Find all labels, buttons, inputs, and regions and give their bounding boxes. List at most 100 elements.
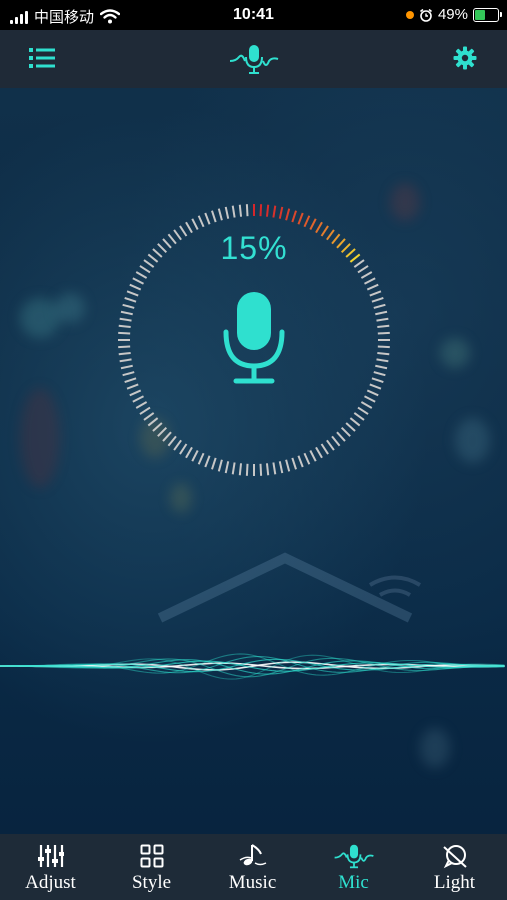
level-tick: [375, 310, 388, 316]
privacy-indicator-icon: [405, 10, 414, 19]
level-tick: [331, 435, 341, 447]
level-tick: [152, 422, 163, 432]
microphone-icon[interactable]: [218, 290, 290, 386]
level-tick: [238, 204, 243, 217]
level-tick: [340, 426, 351, 437]
level-tick: [265, 463, 270, 476]
level-tick: [191, 218, 199, 230]
level-tick: [147, 417, 159, 427]
tab-adjust[interactable]: Adjust: [0, 834, 101, 900]
level-tick: [278, 461, 284, 474]
level-tick: [285, 459, 291, 472]
level-tick: [126, 290, 139, 297]
level-tick: [326, 439, 335, 451]
alarm-icon: [419, 8, 432, 22]
level-tick: [129, 283, 142, 291]
level-tick: [369, 383, 382, 390]
level-tick: [245, 204, 249, 217]
level-tick: [371, 297, 384, 303]
level-tick: [129, 389, 142, 397]
mic-wave-icon: [334, 844, 374, 869]
level-tick: [315, 446, 323, 459]
level-tick: [360, 401, 373, 409]
level-tick: [211, 210, 217, 223]
sliders-icon: [37, 845, 64, 867]
level-tick: [265, 204, 270, 217]
level-tick: [291, 457, 297, 470]
level-tick: [377, 331, 390, 335]
level-tick: [373, 303, 386, 309]
level-tick: [224, 206, 230, 219]
level-tick: [231, 462, 236, 475]
level-tick: [197, 452, 205, 465]
level-tick: [303, 215, 311, 228]
level-tick: [377, 351, 390, 356]
tab-label: Light: [433, 872, 476, 893]
level-tick: [211, 457, 217, 470]
level-tick: [297, 455, 304, 468]
level-tick: [336, 431, 346, 442]
level-tick: [173, 439, 182, 451]
music-note-icon: [239, 844, 266, 866]
level-tick: [245, 463, 249, 476]
tab-label: Music: [228, 872, 277, 893]
level-tick: [126, 383, 139, 390]
level-tick: [224, 461, 230, 474]
level-tick: [217, 459, 223, 472]
level-tick: [217, 208, 223, 221]
tab-label: Mic: [338, 872, 369, 893]
level-tick: [272, 462, 277, 475]
level-tick: [157, 426, 168, 437]
level-tick: [185, 446, 193, 459]
level-tick: [377, 324, 390, 329]
mic-visualizer-panel: 15%: [0, 88, 507, 834]
level-tick: [124, 377, 137, 383]
mic-wave-icon: [229, 45, 279, 74]
level-tick: [118, 324, 131, 329]
level-tick: [124, 297, 137, 303]
level-tick: [377, 345, 390, 349]
level-tick: [118, 351, 131, 356]
status-right: 49%: [405, 6, 502, 23]
mic-level-meter: 15%: [116, 202, 392, 478]
level-tick: [119, 317, 132, 322]
battery-icon: [473, 7, 502, 22]
tab-light[interactable]: Light: [404, 834, 505, 900]
level-tick: [297, 212, 304, 225]
level-percent: 15%: [220, 230, 288, 266]
gear-icon[interactable]: [453, 46, 477, 70]
list-icon[interactable]: [28, 46, 56, 70]
level-tick: [320, 443, 329, 455]
level-tick: [259, 463, 263, 476]
level-tick: [122, 303, 135, 309]
tab-music[interactable]: Music: [202, 834, 303, 900]
level-tick: [122, 371, 135, 377]
level-tick: [303, 452, 311, 465]
level-tick: [376, 317, 389, 322]
level-tick: [357, 406, 369, 415]
level-tick: [366, 389, 379, 397]
level-tick: [291, 210, 297, 223]
tab-style[interactable]: Style: [101, 834, 202, 900]
level-tick: [120, 364, 133, 370]
level-tick: [118, 345, 131, 349]
battery-percent: 49%: [437, 6, 468, 23]
level-tick: [376, 358, 389, 363]
level-tick: [119, 358, 132, 363]
level-tick: [373, 371, 386, 377]
level-tick: [162, 431, 172, 442]
level-tick: [259, 204, 263, 217]
level-tick: [120, 310, 133, 316]
level-tick: [204, 212, 211, 225]
level-tick: [364, 395, 376, 403]
tab-bar: Adjust Style Music Mic Light: [0, 834, 507, 900]
level-tick: [238, 463, 243, 476]
level-tick: [353, 412, 365, 421]
level-tick: [139, 406, 151, 415]
level-tick: [360, 271, 373, 279]
level-tick: [371, 377, 384, 383]
tab-label: Adjust: [25, 872, 76, 893]
level-tick: [135, 401, 148, 409]
level-tick: [132, 395, 144, 403]
tab-mic[interactable]: Mic: [303, 834, 404, 900]
